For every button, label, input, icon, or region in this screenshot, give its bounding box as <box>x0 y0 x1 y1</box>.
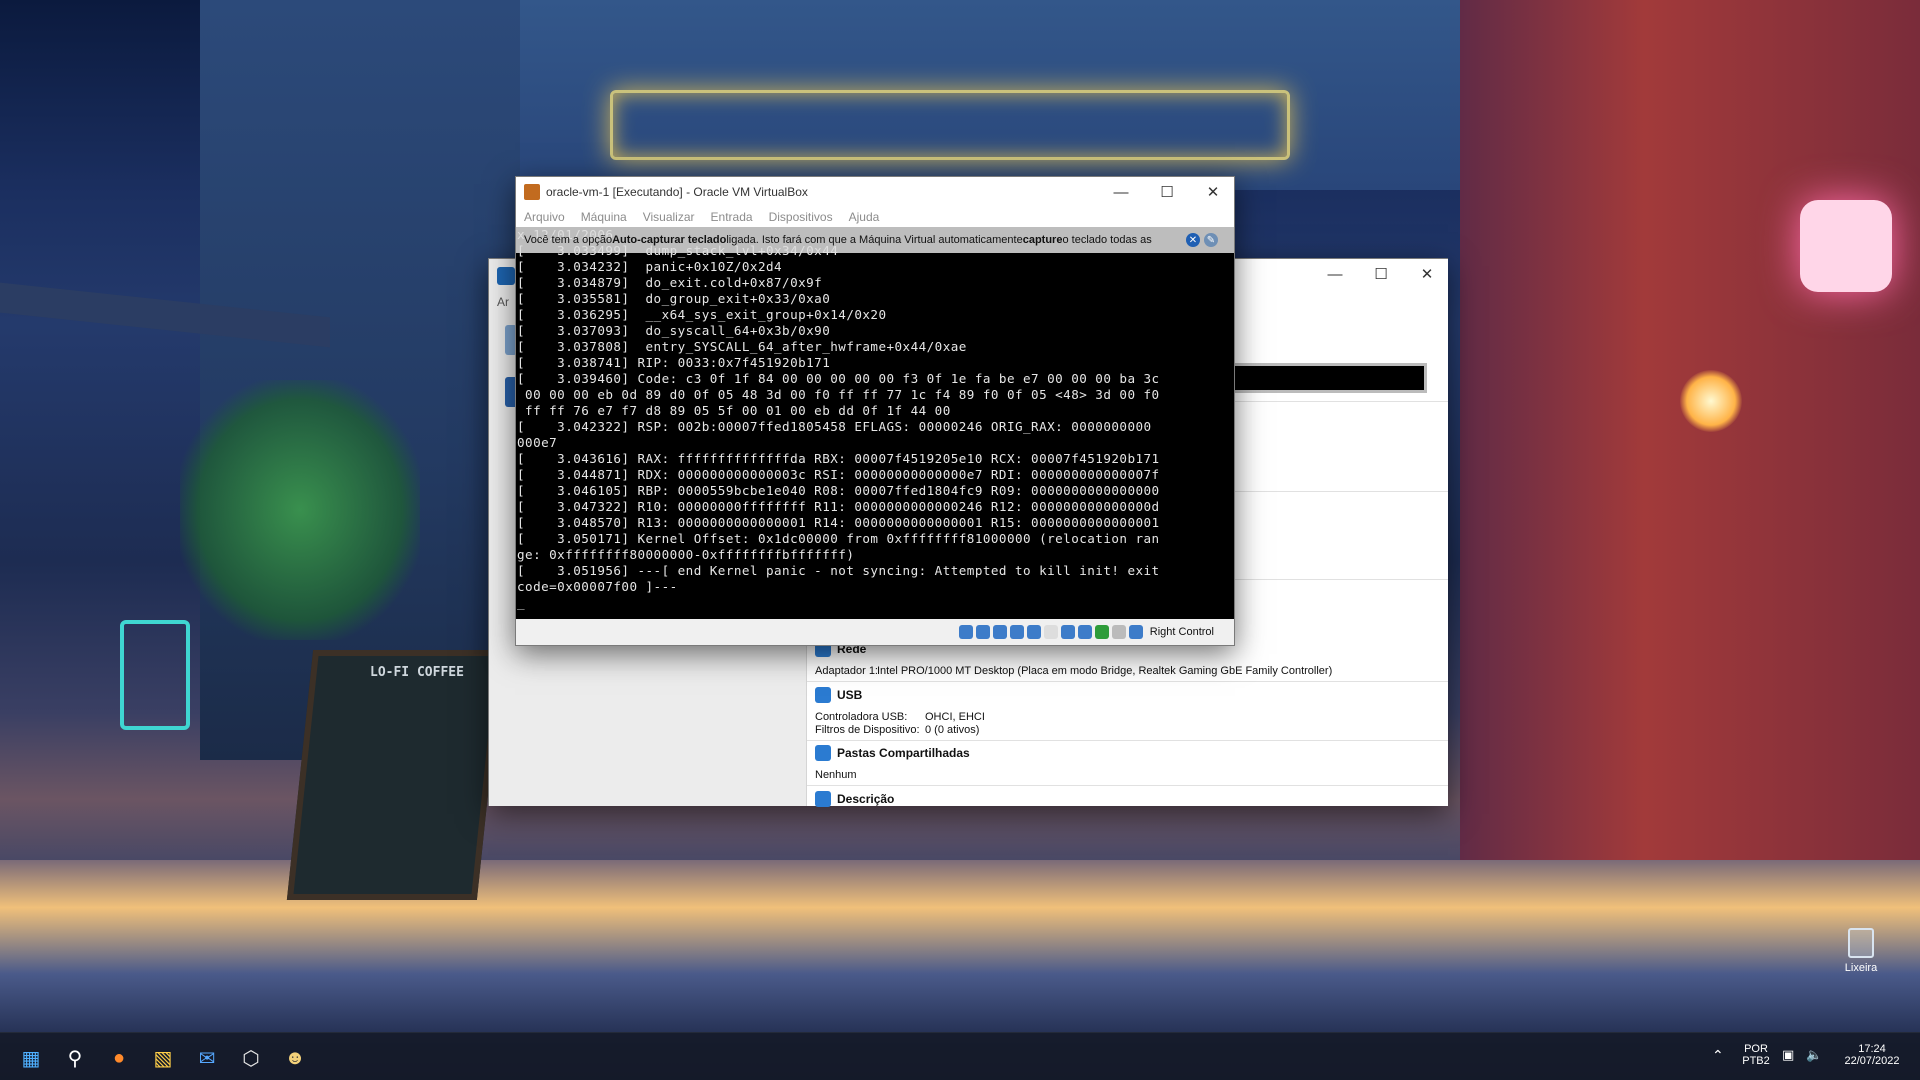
banner-text-post: o teclado todas as <box>1062 234 1152 246</box>
shared-folders-status-icon[interactable] <box>1043 625 1058 639</box>
section-header-usb[interactable]: USB <box>815 687 862 703</box>
background-menu-board <box>286 650 504 900</box>
banner-bold-capture: capture <box>1022 234 1063 246</box>
background-floor <box>0 860 1920 1050</box>
background-awning <box>0 282 330 348</box>
adapter-value: Intel PRO/1000 MT Desktop (Placa em modo… <box>877 665 1333 677</box>
menu-maquina[interactable]: Máquina <box>581 207 627 227</box>
shared-folders-value: Nenhum <box>815 769 857 781</box>
mouse-integration-icon[interactable] <box>1111 625 1126 639</box>
auto-capture-keyboard-banner: Você tem a opção Auto-capturar teclado l… <box>516 227 1234 253</box>
virtualbox-icon <box>497 267 515 285</box>
manager-left-label: Ar <box>497 295 509 309</box>
start-windows-icon[interactable]: ▦ <box>14 1041 48 1075</box>
vm-window: oracle-vm-1 [Executando] - Oracle VM Vir… <box>515 176 1235 646</box>
usb-icon <box>815 687 831 703</box>
hard-disk-icon[interactable] <box>958 625 973 639</box>
input-language: POR <box>1744 1043 1768 1055</box>
background-pink-sign <box>1800 200 1892 292</box>
usb-status-icon[interactable] <box>1026 625 1041 639</box>
banner-close-icon[interactable]: ✕ <box>1186 233 1200 247</box>
clock[interactable]: 17:24 22/07/2022 <box>1832 1043 1912 1067</box>
firefox-icon[interactable]: ● <box>102 1041 136 1075</box>
details-divider <box>807 740 1448 741</box>
clock-date: 22/07/2022 <box>1844 1055 1900 1067</box>
desktop: LO-FI COFFEE Lixeira Ar — ☐ ✕ Rede Adapt… <box>0 0 1920 1080</box>
app-taskbar-icon[interactable]: ☻ <box>278 1041 312 1075</box>
manager-minimize-button[interactable]: — <box>1312 259 1358 289</box>
keyboard-layout: PTB2 <box>1742 1055 1770 1067</box>
video-capture-icon[interactable] <box>1077 625 1092 639</box>
vm-preview-thumbnail <box>1227 363 1427 393</box>
search-icon[interactable]: ⚲ <box>58 1041 92 1075</box>
banner-bold-auto-capture: Auto-capturar teclado <box>612 234 727 246</box>
vm-console-screen[interactable]: x 12/01/2006 [ 3.033499] dump_stack_lvl+… <box>516 227 1234 619</box>
vm-titlebar[interactable]: oracle-vm-1 [Executando] - Oracle VM Vir… <box>516 177 1234 207</box>
section-title-shared: Pastas Compartilhadas <box>837 746 970 760</box>
usb-filters-label: Filtros de Dispositivo: <box>815 724 920 736</box>
menu-dispositivos[interactable]: Dispositivos <box>769 207 833 227</box>
menu-ajuda[interactable]: Ajuda <box>849 207 880 227</box>
menu-visualizar[interactable]: Visualizar <box>643 207 695 227</box>
taskbar: ▦ ⚲ ● ▧ ✉ ⬡ ☻ ⌃ POR PTB2 ▣ 🔈 17:24 22/07… <box>0 1032 1920 1080</box>
adapter-label: Adaptador 1: <box>815 665 878 677</box>
input-language-indicator[interactable]: POR PTB2 <box>1738 1043 1774 1067</box>
usb-filters-value: 0 (0 ativos) <box>925 724 980 736</box>
tray-chevron-icon[interactable]: ⌃ <box>1712 1047 1724 1064</box>
mail-icon[interactable]: ✉ <box>190 1041 224 1075</box>
menu-board-title: LO-FI COFFEE <box>370 665 464 680</box>
manager-maximize-button[interactable]: ☐ <box>1358 259 1404 289</box>
section-title-description: Descrição <box>837 792 895 806</box>
vm-minimize-button[interactable]: — <box>1098 177 1144 207</box>
vm-statusbar: Right Control <box>516 619 1234 645</box>
optical-drive-icon[interactable] <box>975 625 990 639</box>
display-icon[interactable] <box>1060 625 1075 639</box>
background-chair <box>120 620 190 730</box>
details-divider <box>807 681 1448 682</box>
host-key-label: Right Control <box>1149 626 1214 638</box>
usb-controller-value: OHCI, EHCI <box>925 711 985 723</box>
background-green-glow <box>180 380 420 640</box>
section-header-description[interactable]: Descrição <box>815 791 894 807</box>
shared-folder-icon <box>815 745 831 761</box>
background-neon-sign <box>610 90 1290 160</box>
description-icon <box>815 791 831 807</box>
background-building-left <box>200 0 530 760</box>
cpu-icon[interactable] <box>1094 625 1109 639</box>
recycle-bin-shortcut[interactable]: Lixeira <box>1826 928 1896 974</box>
background-building-right <box>1460 0 1920 880</box>
vm-close-button[interactable]: ✕ <box>1190 177 1236 207</box>
host-key-arrow-icon <box>1128 625 1143 639</box>
recycle-bin-label: Lixeira <box>1844 962 1878 974</box>
virtualbox-taskbar-icon[interactable]: ⬡ <box>234 1041 268 1075</box>
section-title-usb: USB <box>837 688 863 702</box>
vm-maximize-button[interactable]: ☐ <box>1144 177 1190 207</box>
manager-close-button[interactable]: ✕ <box>1404 259 1450 289</box>
background-lamp <box>1680 370 1742 432</box>
banner-text-pre: Você tem a opção <box>524 234 613 246</box>
vm-window-icon <box>524 184 540 200</box>
banner-text-mid: ligada. Isto fará com que a Máquina Virt… <box>726 234 1023 246</box>
details-divider <box>807 785 1448 786</box>
usb-controller-label: Controladora USB: <box>815 711 908 723</box>
file-explorer-icon[interactable]: ▧ <box>146 1041 180 1075</box>
clock-time: 17:24 <box>1858 1043 1886 1055</box>
console-output: x 12/01/2006 [ 3.033499] dump_stack_lvl+… <box>517 227 1160 610</box>
volume-tray-icon[interactable]: 🔈 <box>1806 1047 1822 1063</box>
background-building-center <box>520 0 1480 190</box>
audio-icon[interactable] <box>992 625 1007 639</box>
network-tray-icon[interactable]: ▣ <box>1782 1047 1794 1063</box>
banner-settings-icon[interactable]: ✎ <box>1204 233 1218 247</box>
recycle-bin-icon <box>1848 928 1874 958</box>
vm-menubar: Arquivo Máquina Visualizar Entrada Dispo… <box>516 207 1234 227</box>
menu-entrada[interactable]: Entrada <box>711 207 753 227</box>
vm-window-title: oracle-vm-1 [Executando] - Oracle VM Vir… <box>546 185 808 199</box>
network-status-icon[interactable] <box>1009 625 1024 639</box>
menu-arquivo[interactable]: Arquivo <box>524 207 565 227</box>
section-header-shared-folders[interactable]: Pastas Compartilhadas <box>815 745 970 761</box>
